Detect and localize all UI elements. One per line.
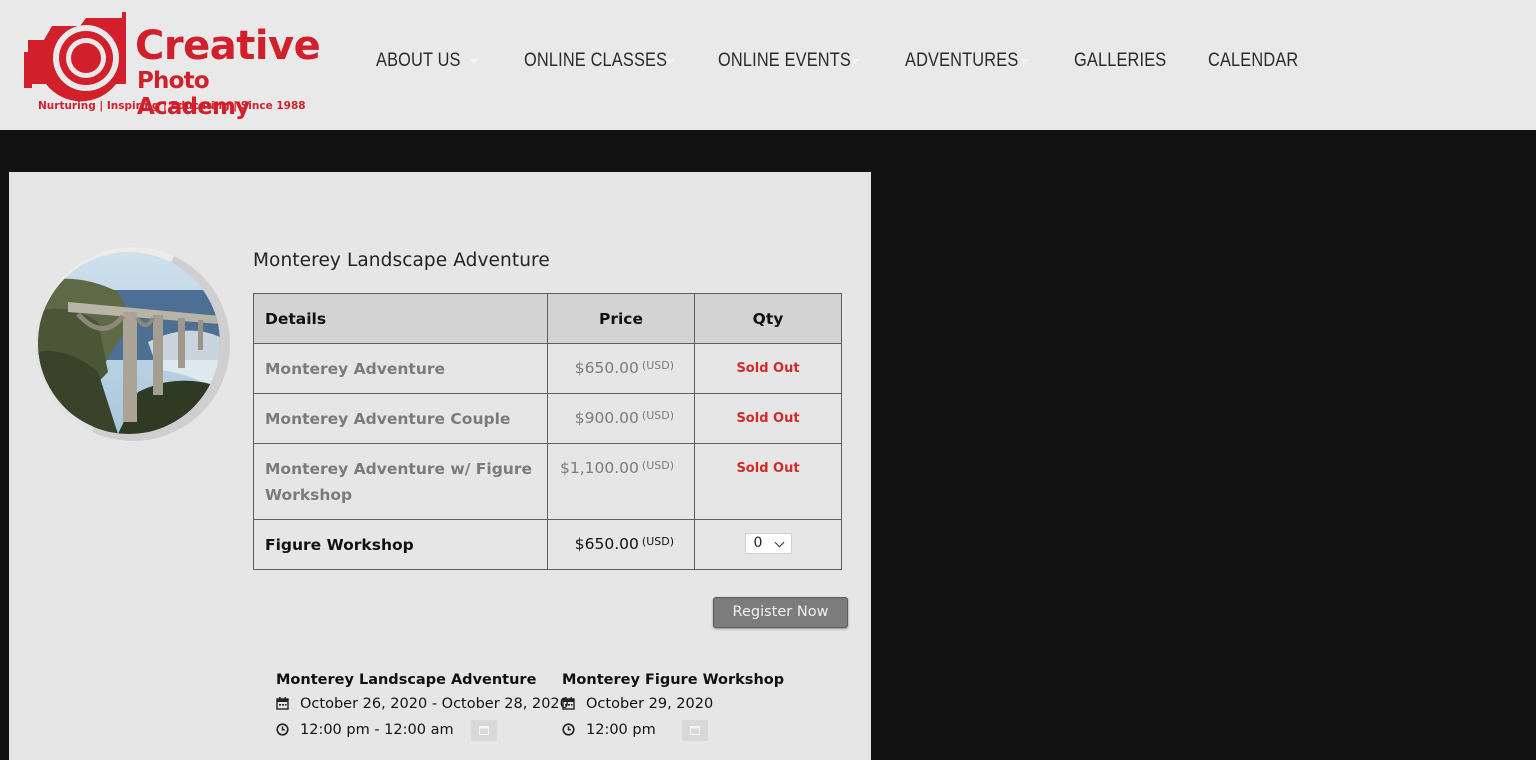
ticket-name: Monterey Adventure w/ Figure Workshop — [253, 443, 548, 520]
event-photo-bridge — [38, 252, 220, 434]
date-range: October 29, 2020 — [562, 692, 784, 716]
logo-wordmark-photo-academy: Photo Academy — [137, 68, 250, 120]
ticket-header-details: Details — [253, 293, 548, 344]
ticket-sold-out: Sold Out — [694, 443, 842, 520]
ticket-price-amount: $900.00 — [574, 409, 639, 427]
nav-adventures-caret-icon — [1020, 59, 1030, 64]
quantity-select[interactable]: 0 — [744, 533, 792, 554]
date-range-text: October 29, 2020 — [586, 696, 714, 712]
creative-photo-academy-logo[interactable]: Creative Photo Academy Nurturing | Inspi… — [22, 12, 322, 120]
ticket-price: $650.00 (USD) — [547, 519, 695, 570]
add-to-calendar-button[interactable] — [682, 719, 709, 741]
ticket-table: Details Price Qty Monterey Adventure $65… — [253, 293, 842, 570]
date-block-title: Monterey Landscape Adventure — [276, 672, 537, 688]
nav-adventures[interactable]: ADVENTURES — [905, 50, 1018, 72]
ticket-price-currency: (USD) — [641, 535, 674, 548]
ticket-name: Monterey Adventure Couple — [253, 393, 548, 444]
nav-about-us-caret-icon — [469, 59, 479, 64]
event-date-block: Monterey Figure Workshop October 29, 202… — [562, 670, 784, 742]
ticket-price-amount: $650.00 — [574, 535, 639, 553]
ticket-qty-cell: 0 — [694, 519, 842, 570]
ticket-sold-out: Sold Out — [694, 393, 842, 444]
nav-about-us[interactable]: ABOUT US — [376, 50, 461, 72]
camera-logo-icon — [24, 12, 126, 102]
event-title: Monterey Landscape Adventure — [253, 250, 550, 271]
nav-online-classes-caret-icon — [664, 59, 674, 64]
event-card: Monterey Landscape Adventure Details Pri… — [8, 172, 871, 760]
date-block-title: Monterey Figure Workshop — [562, 672, 785, 688]
quantity-select-value: 0 — [753, 535, 763, 551]
date-range-text: October 26, 2020 - October 28, 2020 — [300, 696, 569, 712]
ticket-header-price: Price — [547, 293, 695, 344]
ticket-name: Monterey Adventure — [253, 343, 548, 394]
nav-online-events-caret-icon — [850, 59, 860, 64]
ticket-row: Monterey Adventure Couple $900.00 (USD) S… — [253, 393, 842, 444]
register-now-button[interactable]: Register Now — [713, 597, 848, 628]
nav-galleries[interactable]: GALLERIES — [1074, 50, 1166, 72]
time-range: 12:00 pm — [562, 718, 784, 742]
clock-icon — [562, 723, 575, 736]
ticket-price-currency: (USD) — [641, 359, 674, 372]
site-header: Creative Photo Academy Nurturing | Inspi… — [0, 0, 1536, 130]
ticket-price-amount: $650.00 — [574, 359, 639, 377]
ticket-price-currency: (USD) — [641, 459, 674, 472]
ticket-header-qty: Qty — [694, 293, 842, 344]
nav-online-events[interactable]: ONLINE EVENTS — [718, 50, 851, 72]
logo-wordmark-creative: Creative — [135, 23, 321, 69]
ticket-row: Monterey Adventure $650.00 (USD) Sold Out — [253, 343, 842, 394]
ticket-table-header-row: Details Price Qty — [253, 293, 842, 344]
ticket-price: $650.00 (USD) — [547, 343, 695, 394]
time-range-text: 12:00 pm - 12:00 am — [300, 722, 454, 738]
logo-tagline: Nurturing | Inspiring | Educating | Sinc… — [38, 100, 306, 112]
calendar-icon — [562, 697, 575, 710]
time-range: 12:00 pm - 12:00 am — [276, 718, 569, 742]
ticket-price-currency: (USD) — [641, 409, 674, 422]
calendar-add-icon — [479, 725, 490, 735]
ticket-price: $900.00 (USD) — [547, 393, 695, 444]
date-range: October 26, 2020 - October 28, 2020 — [276, 692, 569, 716]
chevron-down-icon — [774, 537, 784, 548]
ticket-price-amount: $1,100.00 — [560, 459, 639, 477]
ticket-price: $1,100.00 (USD) — [547, 443, 695, 520]
add-to-calendar-button[interactable] — [471, 719, 498, 741]
nav-online-classes[interactable]: ONLINE CLASSES — [524, 50, 667, 72]
calendar-icon — [276, 697, 289, 710]
nav-calendar[interactable]: CALENDAR — [1208, 50, 1298, 72]
calendar-add-icon — [690, 725, 701, 735]
ticket-name: Figure Workshop — [253, 519, 548, 570]
ticket-row: Monterey Adventure w/ Figure Workshop $1… — [253, 443, 842, 520]
clock-icon — [276, 723, 289, 736]
ticket-sold-out: Sold Out — [694, 343, 842, 394]
event-date-block: Monterey Landscape Adventure October 26,… — [276, 670, 569, 742]
ticket-row: Figure Workshop $650.00 (USD) 0 — [253, 519, 842, 570]
time-range-text: 12:00 pm — [586, 722, 656, 738]
